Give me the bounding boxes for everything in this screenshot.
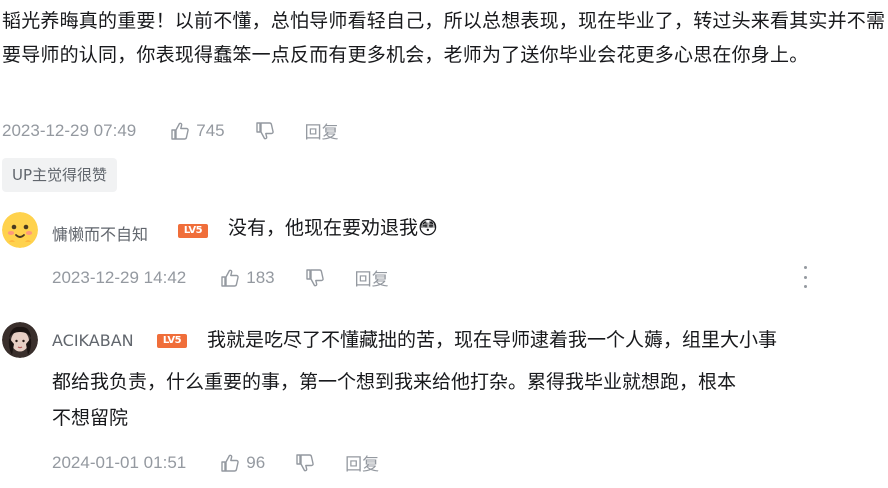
dislike-button[interactable] [305, 268, 325, 288]
like-button[interactable]: 96 [220, 453, 265, 473]
username[interactable]: 慵懒而不自知 [52, 221, 148, 245]
dot [803, 275, 807, 279]
avatar-emoji-icon [2, 212, 38, 248]
thumbs-up-icon [221, 454, 240, 472]
thumbs-down-icon [305, 268, 324, 286]
dislike-button[interactable] [295, 453, 315, 473]
dot [803, 266, 807, 269]
reply-text-line: 都给我负责，什么重要的事，第一个想到我来给他打杂。累得我毕业就想跑，根本 [52, 371, 737, 393]
like-count: 745 [196, 120, 225, 140]
avatar[interactable] [2, 212, 38, 248]
thumbs-down-icon [255, 121, 274, 139]
comment-text: 韬光养晦真的重要！以前不懂，总怕导师看轻自己，所以总想表现，现在毕业了，转过头来… [2, 10, 886, 66]
level-badge: LV5 [157, 334, 187, 348]
thumbs-up-icon [171, 122, 190, 140]
reply-text: 没有，他现在要劝退我😳 [228, 209, 438, 247]
avatar-portrait-icon [2, 322, 38, 358]
reply-button[interactable]: 回复 [355, 265, 389, 290]
like-button[interactable]: 183 [220, 267, 275, 288]
like-count: 183 [246, 267, 275, 287]
thumbs-down-icon [296, 453, 314, 471]
reply-meta: 2023-12-29 14:42 183 回复 [52, 265, 389, 290]
up-liked-badge: UP主觉得很赞 [2, 158, 118, 192]
like-count: 96 [246, 452, 266, 472]
comment-meta: 2023-12-29 07:49 745 回复 [2, 118, 339, 143]
level-badge: LV5 [178, 224, 208, 238]
more-options-icon[interactable] [800, 266, 810, 288]
reply-meta: 2024-01-01 01:51 96 回复 [52, 450, 379, 475]
like-button[interactable]: 745 [170, 120, 225, 141]
flushed-emoji-icon: 😳 [418, 217, 438, 239]
dislike-button[interactable] [255, 121, 275, 141]
reply-button[interactable]: 回复 [345, 450, 379, 475]
reply-time: 2023-12-29 14:42 [52, 267, 187, 287]
thumbs-up-icon [221, 269, 240, 287]
username[interactable]: ACIKABAN [52, 331, 134, 350]
avatar[interactable] [2, 322, 38, 358]
dot [803, 285, 807, 288]
reply-text-line: 我就是吃尽了不懂藏拙的苦，现在导师逮着我一个人薅，组里大小事 [207, 329, 778, 351]
reply-text-line: 不想留院 [52, 407, 129, 429]
comment-time: 2023-12-29 07:49 [2, 120, 137, 140]
reply-text-content: 没有，他现在要劝退我 [228, 217, 419, 239]
reply-time: 2024-01-01 01:51 [52, 452, 187, 472]
reply-button[interactable]: 回复 [305, 118, 339, 143]
